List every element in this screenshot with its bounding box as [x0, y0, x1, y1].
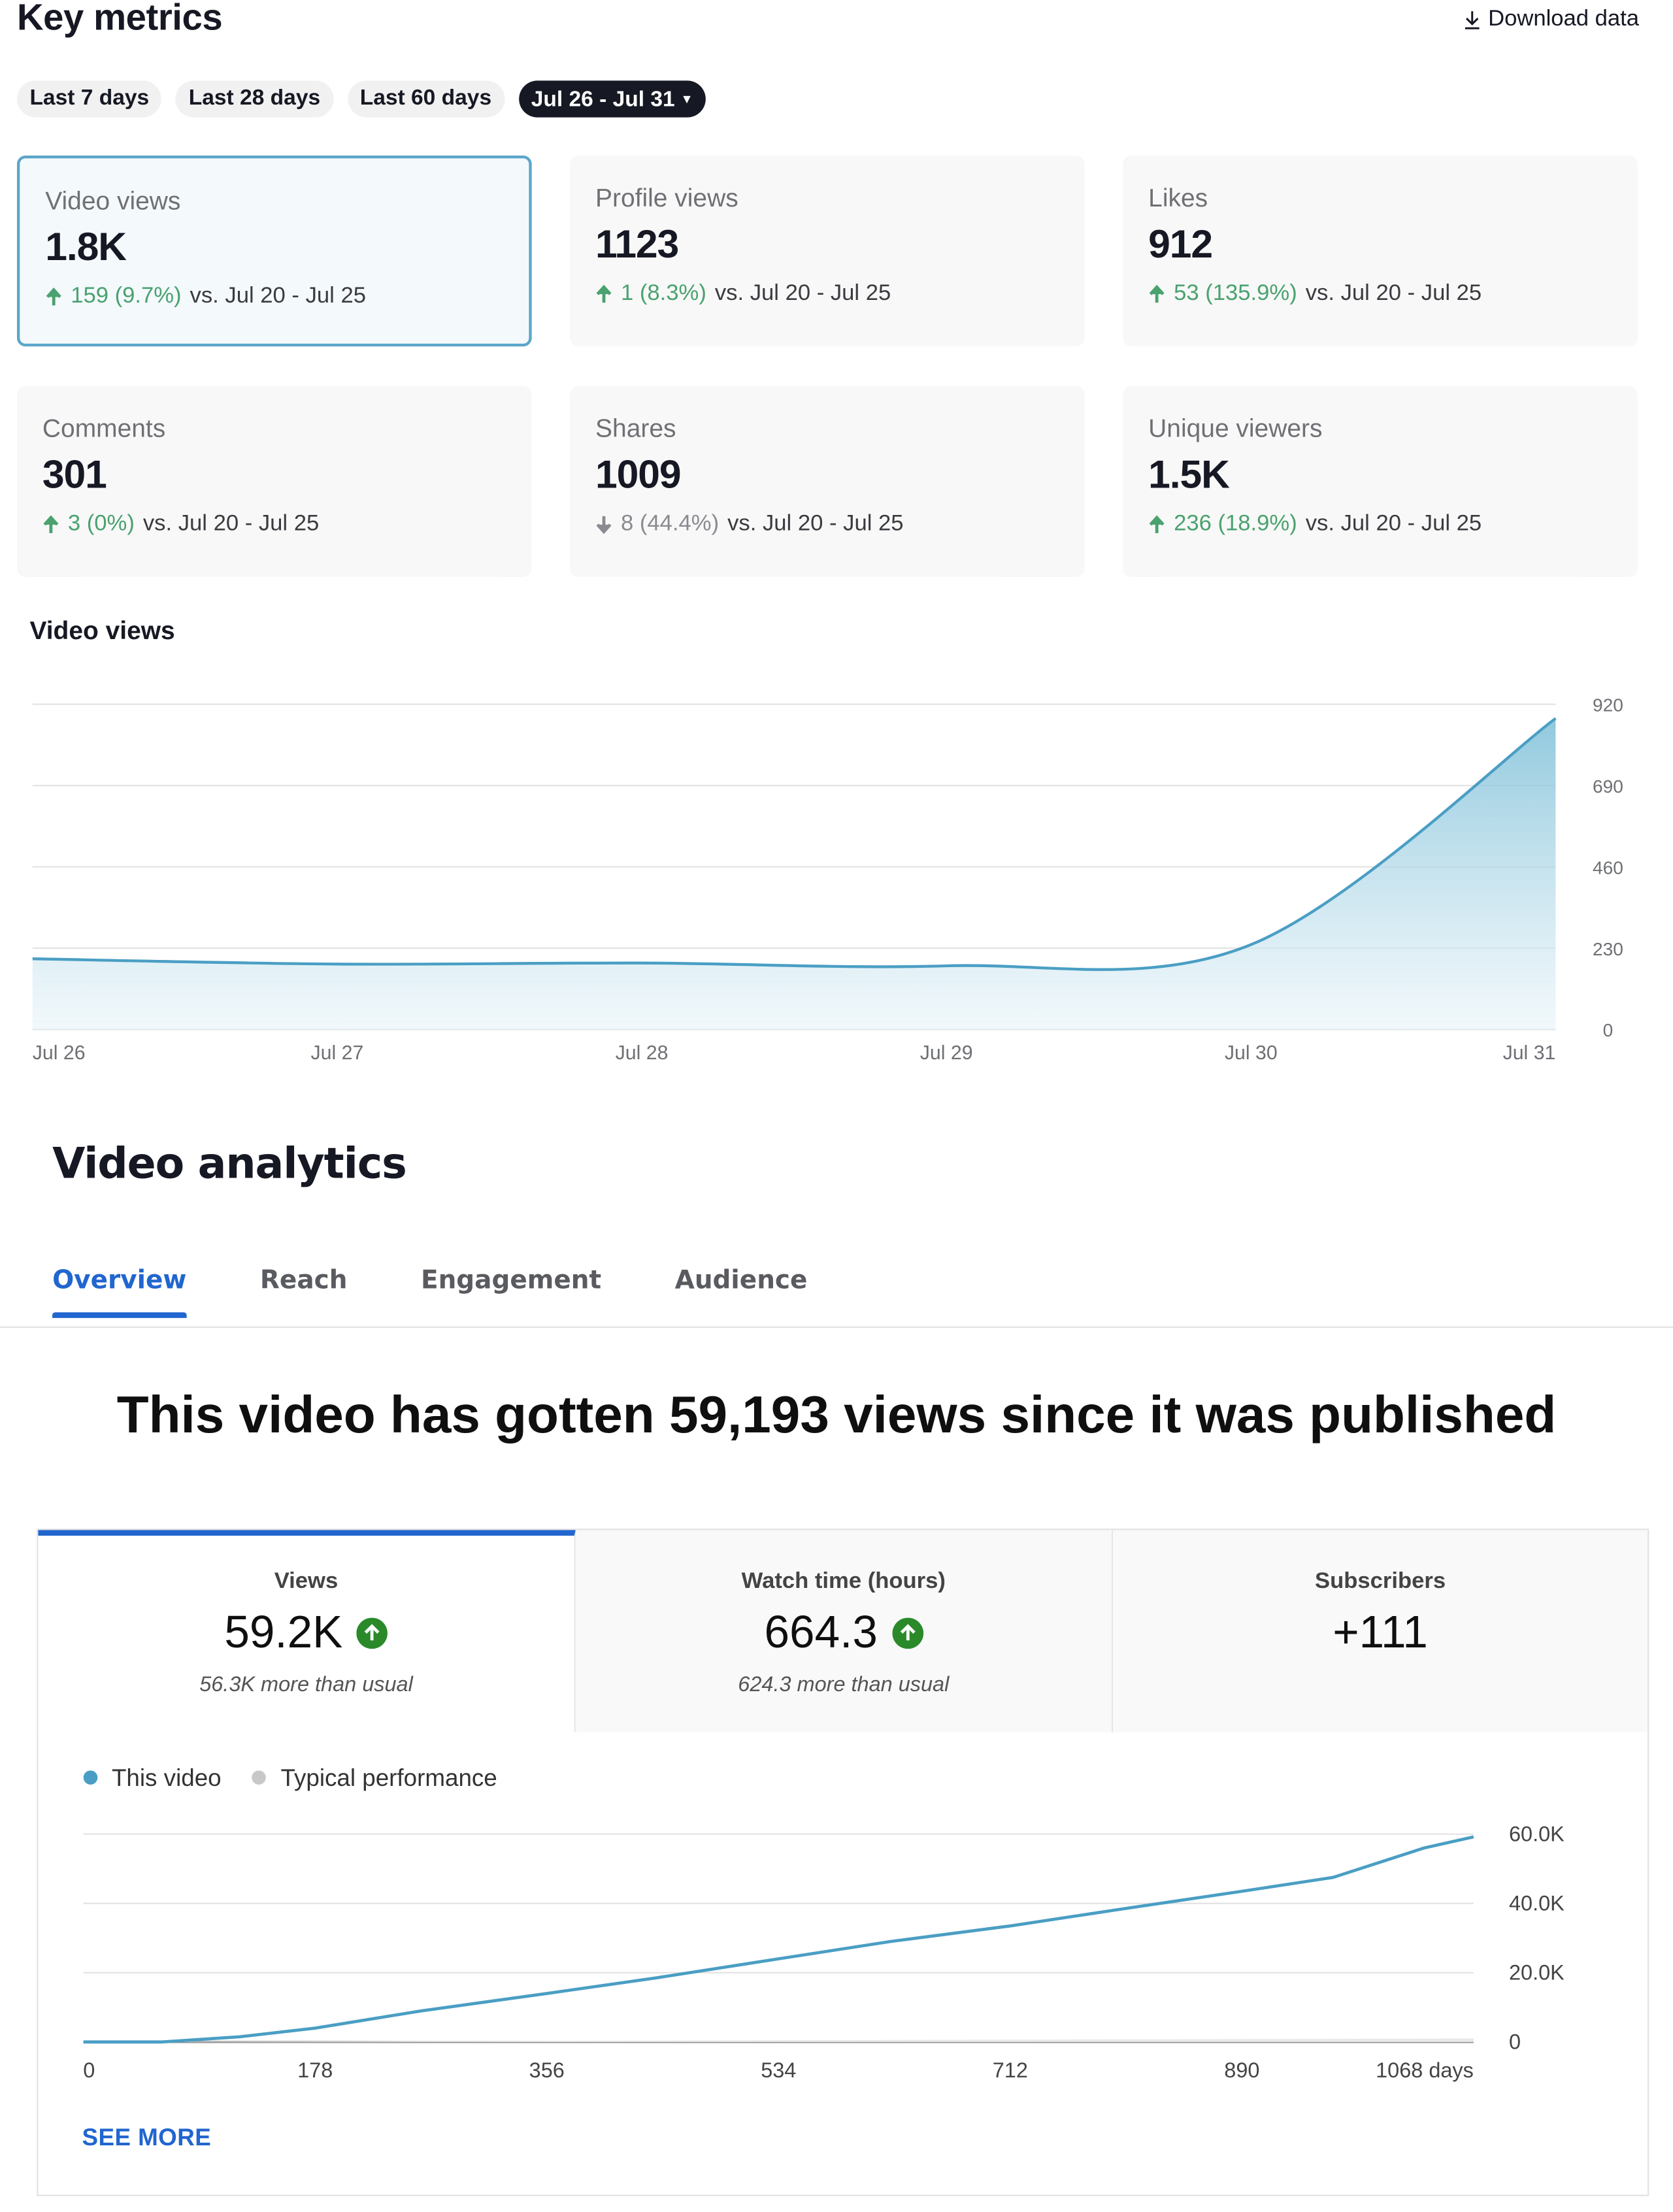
metric-tab-views[interactable]: Views 59.2K 56.3K more than usual — [38, 1530, 576, 1732]
analytics-tabs: Overview Reach Engagement Audience — [52, 1266, 881, 1318]
metric-value: +111 — [1333, 1606, 1428, 1658]
legend-dot — [83, 1770, 98, 1785]
metric-name: Views — [274, 1570, 339, 1594]
y-tick-label: 40.0K — [1509, 1892, 1565, 1915]
x-tick-label: 356 — [529, 2058, 565, 2082]
metric-note: 56.3K more than usual — [199, 1673, 413, 1697]
x-tick-label: 712 — [993, 2058, 1028, 2082]
arrow-up-circle-icon — [357, 1617, 388, 1649]
tab-audience[interactable]: Audience — [675, 1266, 808, 1318]
legend-label: This video — [111, 1764, 222, 1792]
y-tick-label: 20.0K — [1509, 1961, 1565, 1985]
arrow-up-circle-icon — [891, 1617, 923, 1649]
metric-value: 664.3 — [764, 1606, 878, 1658]
metric-value: 59.2K — [224, 1606, 343, 1658]
metric-tab-subscribers[interactable]: Subscribers +111 — [1113, 1530, 1648, 1732]
y-tick-label: 60.0K — [1509, 1823, 1565, 1846]
overview-panel: Views 59.2K 56.3K more than usual Watch … — [37, 1528, 1649, 2196]
x-tick-label: 178 — [297, 2058, 333, 2082]
x-tick-label: 0 — [83, 2058, 95, 2082]
this-video-line — [83, 1835, 1474, 2044]
views-headline: This video has gotten 59,193 views since… — [116, 1385, 1557, 1444]
tab-reach[interactable]: Reach — [260, 1266, 348, 1318]
see-more-link[interactable]: SEE MORE — [82, 2124, 212, 2152]
tabs-divider — [0, 1326, 1673, 1328]
legend-this-video: This video — [83, 1764, 222, 1793]
video-analytics-section: Video analytics Overview Reach Engagemen… — [0, 0, 1673, 2211]
legend-label: Typical performance — [280, 1764, 497, 1792]
cumulative-views-chart: 0 20.0K 40.0K 60.0K 0 178 356 534 712 890 1068 day… — [83, 1823, 1565, 2082]
typical-performance-area — [83, 2038, 1474, 2042]
tab-engagement[interactable]: Engagement — [421, 1266, 601, 1318]
analytics-title: Video analytics — [52, 1140, 407, 1189]
legend-typical-performance: Typical performance — [252, 1765, 497, 1793]
x-tick-label: 1068 days — [1376, 2058, 1474, 2082]
metric-name: Watch time (hours) — [741, 1570, 946, 1594]
tab-overview[interactable]: Overview — [52, 1266, 186, 1318]
legend-dot — [252, 1770, 267, 1785]
chart-legend: This video Typical performance — [83, 1764, 497, 1793]
metric-name: Subscribers — [1314, 1570, 1446, 1594]
x-tick-label: 890 — [1224, 2058, 1259, 2082]
x-tick-label: 534 — [761, 2058, 796, 2082]
y-tick-label: 0 — [1509, 2030, 1521, 2054]
metric-note: 624.3 more than usual — [738, 1673, 950, 1697]
metric-tab-watch-time[interactable]: Watch time (hours) 664.3 624.3 more than… — [575, 1530, 1114, 1732]
